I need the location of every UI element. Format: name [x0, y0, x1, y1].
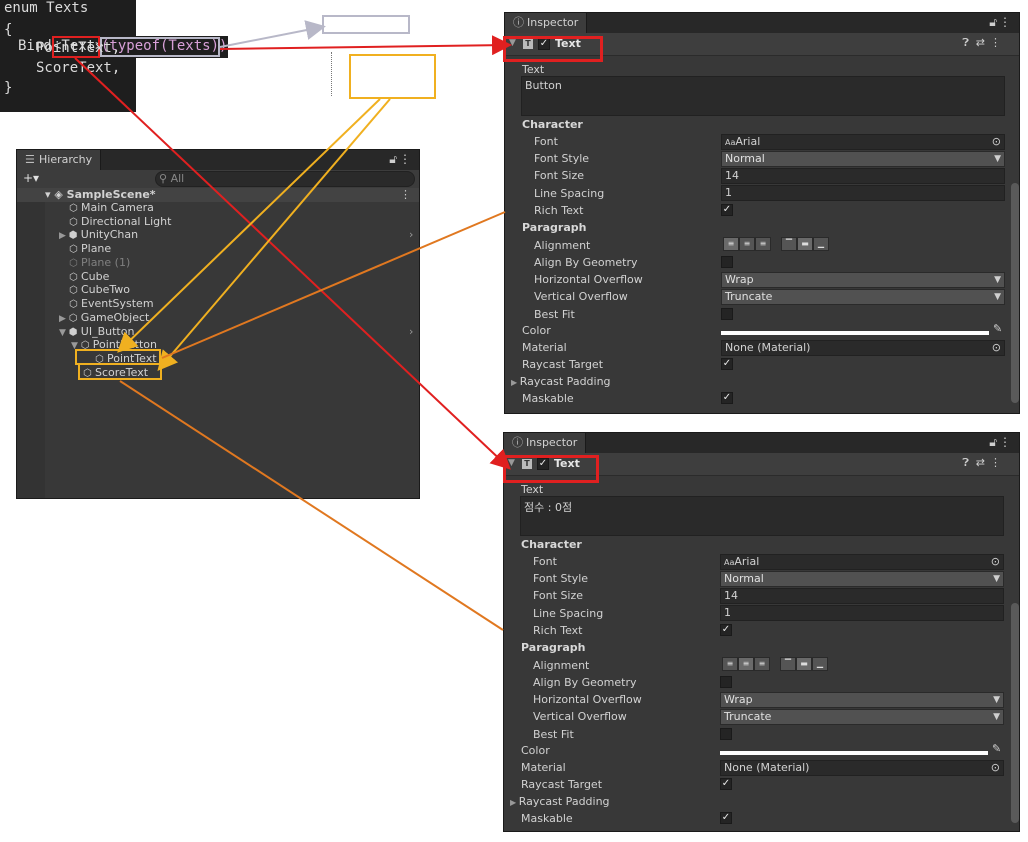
- arrow-red-inspector-1: [219, 35, 512, 56]
- arrow-red-inspector-2: [74, 57, 511, 470]
- arrow-gray-enum: [219, 20, 326, 48]
- arrow-yellow-scoretext: [157, 98, 391, 372]
- arrow-orange-scoretext: [119, 380, 504, 631]
- arrow-orange-pointtext: [161, 211, 506, 359]
- annotation-arrows: [74, 20, 512, 631]
